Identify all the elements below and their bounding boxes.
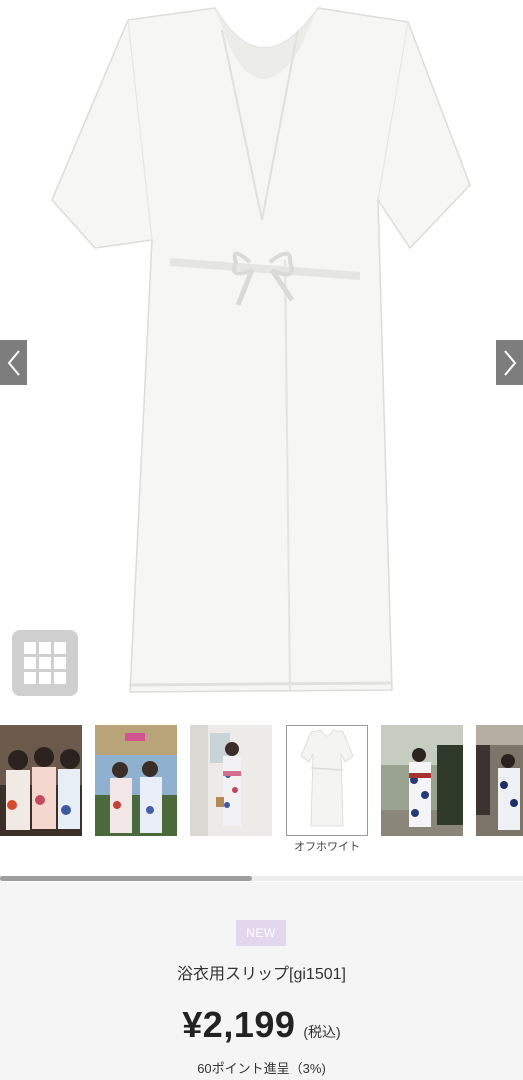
price-row: ¥2,199 (税込) [0,1004,523,1046]
thumbnail-photo-2 [95,725,177,836]
scrollbar-thumb[interactable] [0,876,252,881]
product-price: ¥2,199 [182,1004,296,1045]
chevron-right-icon [503,349,516,376]
thumbnail-photo-4 [287,726,367,835]
product-info: NEW 浴衣用スリップ[gi1501] ¥2,199 (税込) 60ポイント進呈（… [0,882,523,1080]
tax-label: (税込) [303,1024,341,1040]
grid-icon [24,642,66,684]
grid-view-button[interactable] [12,630,78,696]
thumbnail-photo-6 [476,725,523,836]
thumbnail-item[interactable] [381,725,463,836]
thumbnail-strip[interactable]: オフホワイト [0,725,523,875]
thumbnail-caption: オフホワイト [294,841,360,853]
thumbnail-item[interactable] [0,725,82,836]
thumbnail-item-selected[interactable] [286,725,368,836]
white-slip-dress-illustration [51,7,471,693]
thumbnail-photo-3 [190,725,272,836]
next-image-button[interactable] [496,340,523,385]
thumbnail-item[interactable] [476,725,523,836]
chevron-left-icon [7,349,20,376]
thumbnail-item[interactable] [190,725,272,836]
main-product-image[interactable] [0,0,523,712]
points-info: 60ポイント進呈（3%) [197,1061,326,1076]
thumbnail-scrollbar[interactable] [0,876,523,881]
thumbnail-photo-5 [381,725,463,836]
thumbnail-item[interactable] [95,725,177,836]
new-badge: NEW [236,920,286,946]
prev-image-button[interactable] [0,340,27,385]
thumbnail-photo-1 [0,725,82,836]
product-name: 浴衣用スリップ[gi1501] [177,966,346,983]
